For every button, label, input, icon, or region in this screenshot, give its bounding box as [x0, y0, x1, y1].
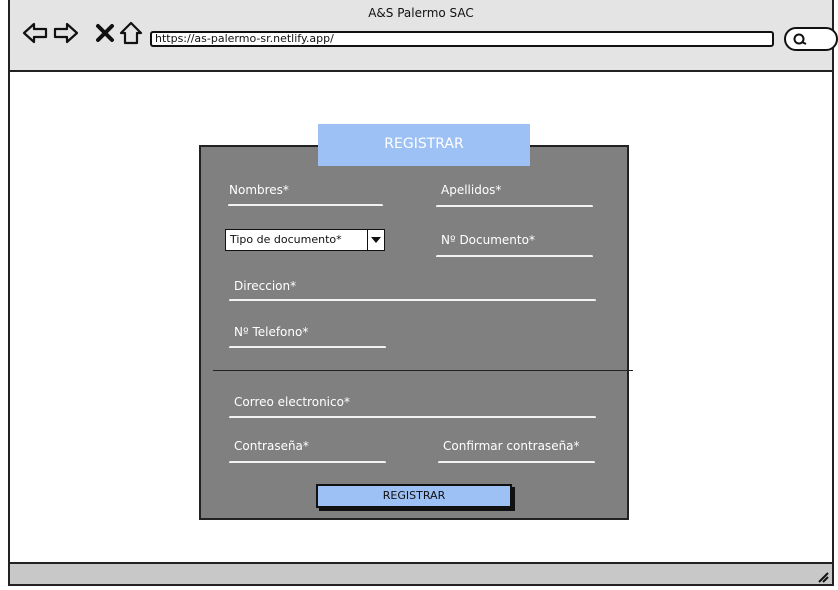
tipo-documento-value: Tipo de documento* [230, 233, 342, 246]
num-documento-field[interactable]: Nº Documento* [441, 233, 535, 247]
status-bar [10, 562, 832, 584]
search-field[interactable] [784, 27, 838, 51]
confirmar-underline [438, 461, 595, 464]
close-x-icon[interactable] [92, 20, 118, 46]
direccion-field[interactable]: Direccion* [234, 279, 296, 293]
forward-arrow-icon[interactable] [53, 20, 79, 46]
direccion-underline [229, 299, 596, 302]
apellidos-underline [436, 205, 593, 208]
confirmar-contrasena-field[interactable]: Confirmar contraseña* [443, 439, 580, 453]
contrasena-underline [229, 461, 386, 464]
telefono-underline [229, 346, 386, 349]
nombres-field[interactable]: Nombres* [229, 183, 289, 197]
apellidos-field[interactable]: Apellidos* [441, 183, 501, 197]
correo-underline [229, 416, 596, 419]
search-icon [793, 33, 807, 45]
section-divider [213, 370, 633, 371]
resize-handle-icon[interactable] [815, 569, 829, 583]
window-title: A&S Palermo SAC [368, 6, 474, 20]
browser-toolbar: A&S Palermo SAC https://as-palermo-sr.ne… [10, 0, 838, 72]
register-tab-title: REGISTRAR [318, 124, 530, 166]
contrasena-field[interactable]: Contraseña* [234, 439, 309, 453]
telefono-field[interactable]: Nº Telefono* [234, 325, 308, 339]
back-arrow-icon[interactable] [22, 20, 48, 46]
correo-field[interactable]: Correo electronico* [234, 395, 350, 409]
num-documento-underline [436, 255, 593, 258]
address-bar[interactable]: https://as-palermo-sr.netlify.app/ [150, 31, 774, 47]
tipo-documento-select[interactable]: Tipo de documento* [225, 229, 385, 251]
nombres-underline [228, 204, 383, 207]
chevron-down-icon[interactable] [367, 230, 384, 250]
registrar-button[interactable]: REGISTRAR [316, 484, 512, 508]
home-icon[interactable] [118, 20, 144, 46]
